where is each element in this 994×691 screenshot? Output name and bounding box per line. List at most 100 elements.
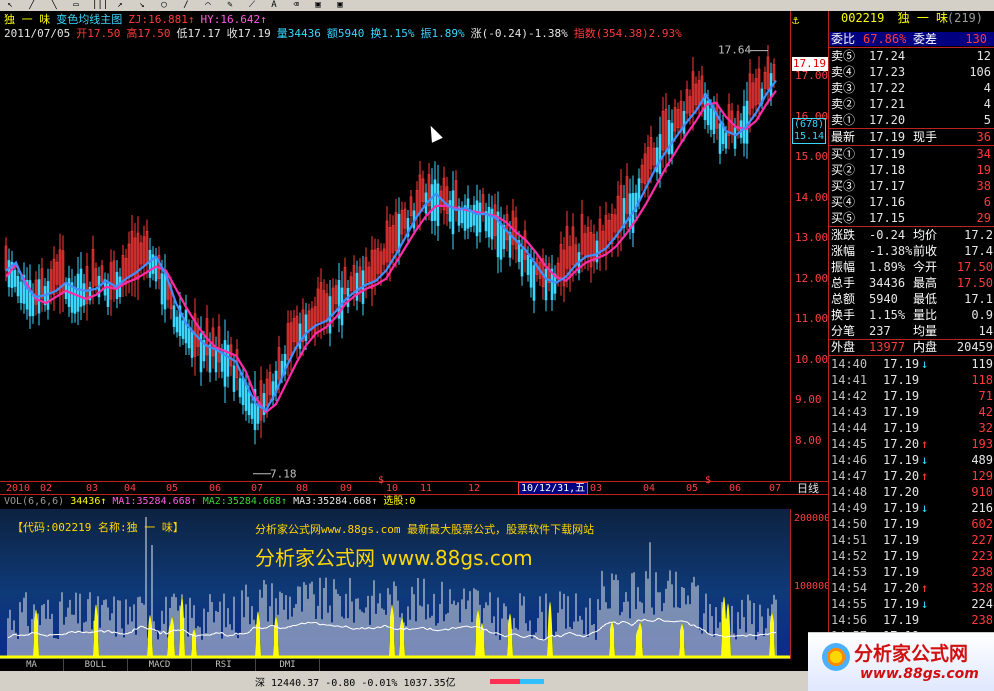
site-logo: 分析家公式网 www.88gs.com bbox=[808, 632, 994, 691]
draw-line-icon[interactable]: ∕ bbox=[180, 0, 192, 11]
tick-arrow: ↓ bbox=[921, 597, 929, 611]
date-axis-label: 03 bbox=[590, 483, 603, 494]
ask-price: 17.20 bbox=[869, 113, 906, 127]
ask-label: 卖④ bbox=[831, 65, 856, 79]
tick-time: 14:45 bbox=[831, 437, 868, 451]
ask-label: 卖① bbox=[831, 113, 856, 127]
candle-body bbox=[355, 272, 359, 301]
tick-time: 14:50 bbox=[831, 517, 868, 531]
tab-macd[interactable]: MACD bbox=[128, 659, 192, 671]
stat-label: 今开 bbox=[913, 260, 938, 274]
candle-body bbox=[532, 265, 536, 301]
tab-ma[interactable]: MA bbox=[0, 659, 64, 671]
bar-volume: 量34436 bbox=[276, 27, 321, 40]
tick-time: 14:44 bbox=[831, 421, 868, 435]
draw-line-icon[interactable]: ╲ bbox=[48, 0, 60, 11]
candle-body bbox=[154, 257, 158, 282]
candle-body bbox=[436, 183, 440, 227]
candle-body bbox=[79, 268, 83, 307]
text-icon[interactable]: A bbox=[268, 0, 280, 11]
date-axis-label: 06 bbox=[209, 483, 222, 494]
candle-body bbox=[709, 108, 713, 130]
count-box: (678) 15.14 bbox=[792, 118, 826, 144]
tick-row: 14:53 17.19 238 bbox=[829, 564, 994, 580]
tick-time: 14:52 bbox=[831, 549, 868, 563]
candle-body bbox=[247, 391, 251, 416]
tick-price: 17.19 bbox=[883, 549, 920, 563]
period-label[interactable]: 日线 bbox=[797, 482, 819, 495]
vol-name[interactable]: VOL(6,6,6) bbox=[4, 496, 64, 507]
stat-value: 17.4 bbox=[964, 244, 993, 258]
price-axis-label: 13.00 bbox=[795, 231, 829, 245]
tick-row: 14:43 17.19 42 bbox=[829, 404, 994, 420]
stat-label: 均量 bbox=[913, 324, 938, 338]
tick-row: 14:47 17.20 ↑ 129 bbox=[829, 468, 994, 484]
price-axis-label: 14.00 bbox=[795, 190, 829, 204]
tick-price: 17.19 bbox=[883, 565, 920, 579]
save-icon[interactable]: ▣ bbox=[334, 0, 346, 11]
vol-ma3: MA3:35284.668↑ bbox=[293, 496, 378, 507]
tick-time: 14:40 bbox=[831, 357, 868, 371]
tick-row: 14:44 17.19 32 bbox=[829, 420, 994, 436]
draw-ray-icon[interactable]: ⟋ bbox=[246, 0, 258, 11]
tab-boll[interactable]: BOLL bbox=[64, 659, 128, 671]
ask-row: 卖② 17.21 4 bbox=[829, 96, 994, 112]
bar-turnover: 换1.15% bbox=[370, 27, 415, 40]
tick-time: 14:48 bbox=[831, 485, 868, 499]
date-axis-label: 06 bbox=[729, 483, 742, 494]
price-chart[interactable]: 17.64 7.18 bbox=[0, 11, 790, 481]
draw-bars-icon[interactable]: ||| bbox=[92, 0, 108, 11]
draw-pencil-icon[interactable]: ✎ bbox=[224, 0, 236, 11]
vol-value: 34436↑ bbox=[70, 496, 107, 507]
candle-body bbox=[208, 344, 212, 373]
eraser-icon[interactable]: ⌫ bbox=[290, 0, 302, 11]
tick-volume: 227 bbox=[971, 533, 993, 547]
bid-row: 买① 17.19 34 bbox=[829, 146, 994, 162]
pointer-icon[interactable]: ↖ bbox=[4, 0, 16, 11]
indicator-name[interactable]: 变色均线主图 bbox=[56, 13, 122, 26]
ratio-value: 67.86% bbox=[863, 32, 907, 46]
candle-body bbox=[526, 254, 530, 275]
candle-body bbox=[430, 184, 434, 222]
price-axis-label: 8.00 bbox=[795, 433, 822, 447]
ask-price: 17.21 bbox=[869, 97, 906, 111]
price-panel[interactable]: 17.64 7.18 独 一 味变色均线主图 ZJ:16.881↑ HY:16.642… bbox=[0, 11, 828, 481]
draw-line-icon[interactable]: ╱ bbox=[26, 0, 38, 11]
high-label: 17.64 bbox=[718, 44, 751, 57]
save-icon[interactable]: ▣ bbox=[312, 0, 324, 11]
stat-value: 17.2 bbox=[964, 228, 993, 242]
tick-volume: 238 bbox=[971, 613, 993, 627]
draw-rect-icon[interactable]: ▭ bbox=[70, 0, 82, 11]
date-highlight: 10/12/31,五 bbox=[518, 482, 589, 495]
bid-volume: 34 bbox=[976, 147, 991, 161]
candle-body bbox=[478, 202, 482, 233]
anchor-icon[interactable]: ⚓ bbox=[792, 13, 799, 27]
stat-label: 换手 bbox=[831, 308, 856, 322]
arrow-icon[interactable]: ↘ bbox=[136, 0, 148, 11]
price-axis-label: 12.00 bbox=[795, 271, 829, 285]
tick-arrow: ↓ bbox=[921, 501, 929, 515]
candle-body bbox=[433, 179, 437, 221]
tab-rsi[interactable]: RSI bbox=[192, 659, 256, 671]
bar-amplitude: 振1.89% bbox=[420, 27, 465, 40]
date-axis-label: 04 bbox=[124, 483, 137, 494]
date-axis-label: 05 bbox=[686, 483, 699, 494]
candle-body bbox=[328, 296, 332, 334]
bar-info-header: 2011/07/05 开17.50 高17.50 低17.17 收17.19 量34436… bbox=[4, 27, 682, 40]
bid-price: 17.17 bbox=[869, 179, 906, 193]
candle-body bbox=[298, 323, 302, 349]
tick-volume: 119 bbox=[971, 357, 993, 371]
outer-value: 13977 bbox=[869, 340, 906, 354]
tab-dmi[interactable]: DMI bbox=[256, 659, 320, 671]
status-down-bar bbox=[520, 679, 544, 684]
arrow-icon[interactable]: ↗ bbox=[114, 0, 126, 11]
low-label: 7.18 bbox=[270, 468, 297, 481]
price-axis-label: 15.00 bbox=[795, 150, 829, 164]
draw-ellipse-icon[interactable]: ◯ bbox=[158, 0, 170, 11]
diff-label: 委差 bbox=[913, 32, 938, 46]
date-axis-label: 05 bbox=[166, 483, 179, 494]
draw-arc-icon[interactable]: ⌒ bbox=[202, 0, 214, 11]
hand-value: 36 bbox=[976, 130, 991, 144]
candle-body bbox=[472, 204, 476, 226]
watermark-site: 分析家公式网www.88gs.com 最新最大股票公式，股票软件下载网站 bbox=[255, 523, 595, 536]
